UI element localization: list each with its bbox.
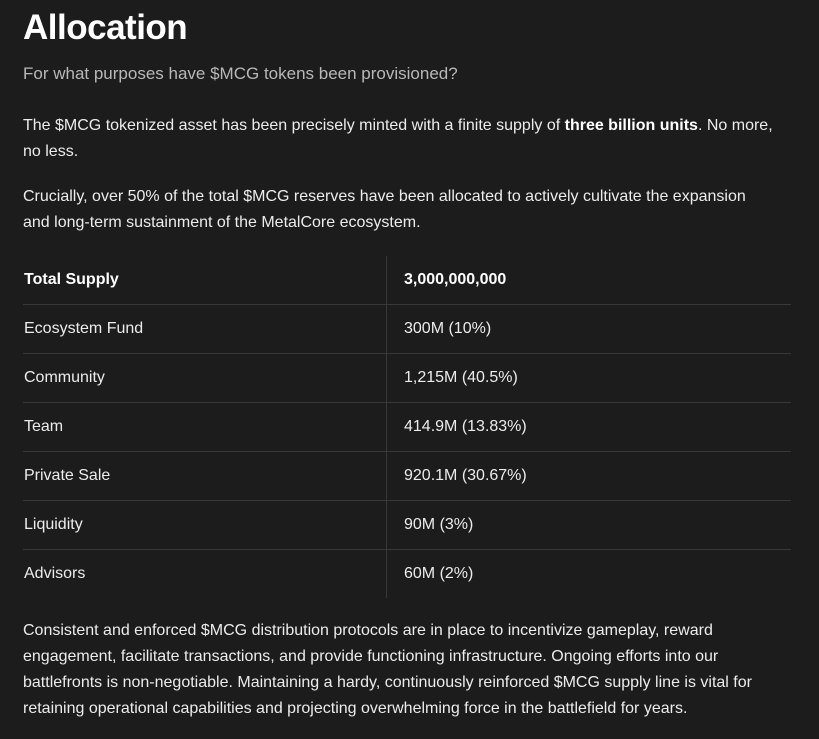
row-label: Team bbox=[23, 403, 387, 451]
distribution-paragraph: Consistent and enforced $MCG distributio… bbox=[23, 622, 752, 717]
reserves-paragraph: Crucially, over 50% of the total $MCG re… bbox=[23, 188, 746, 231]
supply-text-bold: three billion units bbox=[564, 117, 698, 134]
table-row: Advisors 60M (2%) bbox=[23, 550, 791, 598]
row-value: 1,215M (40.5%) bbox=[404, 369, 518, 386]
row-label: Liquidity bbox=[23, 501, 387, 549]
row-value: 414.9M (13.83%) bbox=[404, 418, 527, 435]
table-row: Private Sale 920.1M (30.67%) bbox=[23, 452, 791, 501]
table-row: Ecosystem Fund 300M (10%) bbox=[23, 305, 791, 354]
supply-text-start: The $MCG tokenized asset has been precis… bbox=[23, 117, 565, 134]
row-label: Ecosystem Fund bbox=[23, 305, 387, 353]
row-value: 90M (3%) bbox=[404, 516, 474, 533]
table-row: Team 414.9M (13.83%) bbox=[23, 403, 791, 452]
allocation-table: Total Supply 3,000,000,000 Ecosystem Fun… bbox=[23, 256, 791, 598]
page-subtitle: For what purposes have $MCG tokens been … bbox=[23, 64, 458, 83]
table-row: Community 1,215M (40.5%) bbox=[23, 354, 791, 403]
row-label: Advisors bbox=[23, 550, 387, 598]
row-label: Community bbox=[23, 354, 387, 402]
table-header-row: Total Supply 3,000,000,000 bbox=[23, 256, 791, 305]
page-title: Allocation bbox=[23, 8, 188, 47]
table-header-label: Total Supply bbox=[23, 256, 387, 304]
table-header-value: 3,000,000,000 bbox=[404, 271, 507, 288]
row-label: Private Sale bbox=[23, 452, 387, 500]
row-value: 300M (10%) bbox=[404, 320, 492, 337]
row-value: 60M (2%) bbox=[404, 565, 474, 582]
table-row: Liquidity 90M (3%) bbox=[23, 501, 791, 550]
supply-paragraph: The $MCG tokenized asset has been precis… bbox=[23, 113, 773, 165]
row-value: 920.1M (30.67%) bbox=[404, 467, 527, 484]
